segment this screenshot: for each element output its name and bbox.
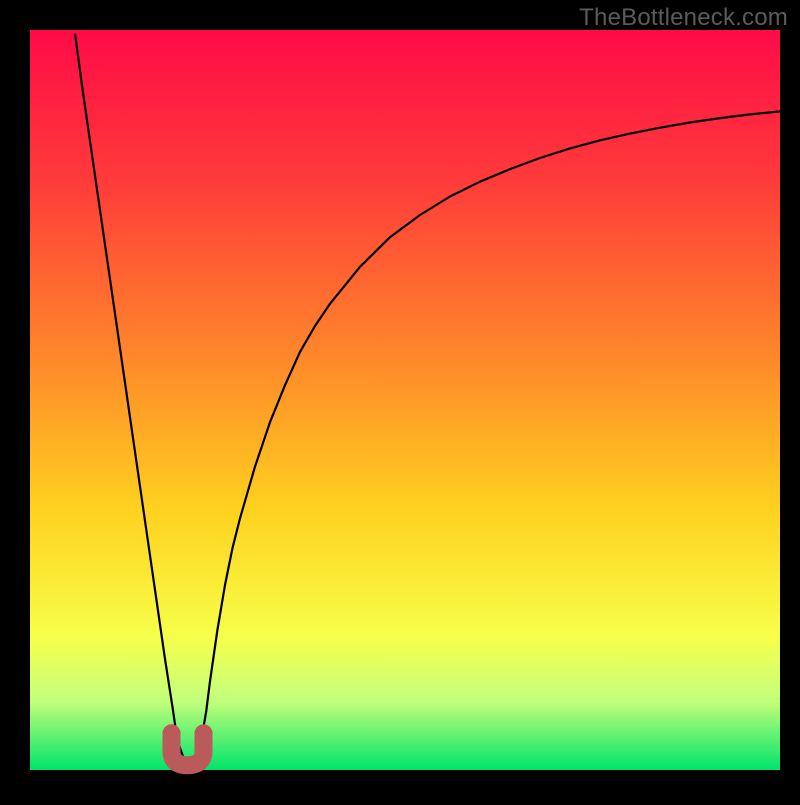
bottom-band xyxy=(30,700,780,770)
watermark-text: TheBottleneck.com xyxy=(579,4,788,32)
plot-gradient-background xyxy=(30,30,780,770)
bottleneck-chart xyxy=(0,0,800,800)
